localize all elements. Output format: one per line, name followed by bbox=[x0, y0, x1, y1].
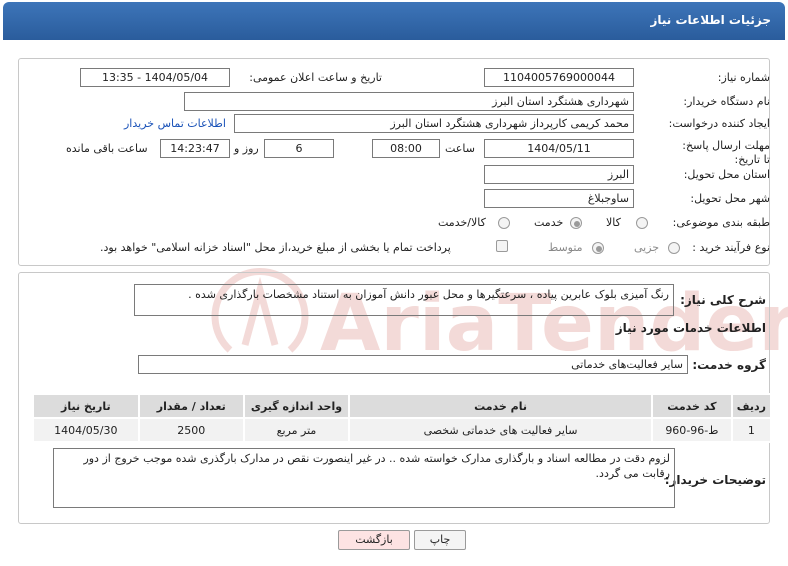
category-option-goods: کالا bbox=[606, 216, 621, 229]
treasury-payment-note: پرداخت تمام یا بخشی از مبلغ خرید،از محل … bbox=[100, 241, 451, 254]
col-header-row-number: ردیف bbox=[730, 393, 773, 419]
category-option-goods-service: کالا/خدمت bbox=[438, 216, 486, 229]
category-radio-service[interactable] bbox=[570, 217, 582, 229]
print-button[interactable]: چاپ bbox=[414, 530, 466, 550]
process-label: نوع فرآیند خرید : bbox=[692, 241, 770, 254]
category-radio-goods[interactable] bbox=[636, 217, 648, 229]
services-heading: اطلاعات خدمات مورد نیاز bbox=[615, 321, 766, 335]
col-header-need-date: تاریخ نیاز bbox=[32, 393, 140, 419]
category-label: طبقه بندی موضوعی: bbox=[672, 216, 770, 229]
buyer-org-label: نام دستگاه خریدار: bbox=[683, 95, 770, 108]
deadline-time-field: 08:00 bbox=[372, 139, 440, 158]
treasury-payment-checkbox[interactable] bbox=[496, 240, 508, 252]
buyer-contact-link[interactable]: اطلاعات تماس خریدار bbox=[124, 117, 226, 130]
cell-service-code: ط-96-960 bbox=[650, 417, 733, 443]
cell-quantity: 2500 bbox=[137, 417, 245, 443]
page-title: جزئیات اطلاعات نیاز bbox=[650, 13, 771, 27]
cell-unit: متر مربع bbox=[242, 417, 351, 443]
days-remaining-field: 6 bbox=[264, 139, 334, 158]
cell-need-date: 1404/05/30 bbox=[32, 417, 140, 443]
buyer-notes-field: لزوم دقت در مطالعه اسناد و بارگذاری مدار… bbox=[53, 448, 675, 508]
service-group-field: سایر فعالیت‌های خدماتی bbox=[138, 355, 688, 374]
need-number-label: شماره نیاز: bbox=[717, 71, 770, 84]
back-button[interactable]: بازگشت bbox=[338, 530, 410, 550]
services-table: ردیف کد خدمت نام خدمت واحد اندازه گیری ت… bbox=[32, 393, 773, 443]
process-radio-medium[interactable] bbox=[592, 242, 604, 254]
col-header-service-name: نام خدمت bbox=[348, 393, 653, 419]
col-header-service-code: کد خدمت bbox=[650, 393, 733, 419]
category-option-service: خدمت bbox=[534, 216, 564, 229]
summary-field: رنگ آمیزی بلوک عابرین پیاده ، سرعتگیرها … bbox=[134, 284, 674, 316]
buyer-org-field: شهرداری هشتگرد استان البرز bbox=[184, 92, 634, 111]
category-radio-goods-service[interactable] bbox=[498, 217, 510, 229]
col-header-quantity: تعداد / مقدار bbox=[137, 393, 245, 419]
cell-service-name: سایر فعالیت های خدماتی شخصی bbox=[348, 417, 653, 443]
need-number-field: 1104005769000044 bbox=[484, 68, 634, 87]
process-option-medium: متوسط bbox=[548, 241, 583, 254]
province-field: البرز bbox=[484, 165, 634, 184]
table-header-row: ردیف کد خدمت نام خدمت واحد اندازه گیری ت… bbox=[32, 393, 773, 419]
announce-field: 1404/05/04 - 13:35 bbox=[80, 68, 230, 87]
service-group-label: گروه خدمت: bbox=[692, 358, 766, 372]
buyer-notes-label: توضیحات خریدار: bbox=[664, 473, 766, 487]
process-option-minor: جزیی bbox=[634, 241, 660, 254]
col-header-unit: واحد اندازه گیری bbox=[242, 393, 351, 419]
cell-row-number: 1 bbox=[730, 417, 773, 443]
creator-field: محمد کریمی کارپرداز شهرداری هشتگرد استان… bbox=[234, 114, 634, 133]
remaining-time-label: ساعت باقی مانده bbox=[66, 142, 148, 155]
city-field: ساوجبلاغ bbox=[484, 189, 634, 208]
days-label: روز و bbox=[234, 142, 259, 155]
province-label: استان محل تحویل: bbox=[683, 168, 770, 181]
deadline-date-field: 1404/05/11 bbox=[484, 139, 634, 158]
summary-label: شرح کلی نیاز: bbox=[680, 293, 766, 307]
need-info-panel bbox=[18, 58, 770, 266]
remaining-time-field: 14:23:47 bbox=[160, 139, 230, 158]
process-radio-minor[interactable] bbox=[668, 242, 680, 254]
table-row: 1 ط-96-960 سایر فعالیت های خدماتی شخصی م… bbox=[32, 417, 773, 443]
deadline-time-label: ساعت bbox=[445, 142, 475, 155]
announce-label: تاریخ و ساعت اعلان عمومی: bbox=[249, 71, 382, 84]
deadline-label: مهلت ارسال پاسخ: تا تاریخ: bbox=[682, 139, 770, 166]
city-label: شهر محل تحویل: bbox=[690, 192, 770, 205]
creator-label: ایجاد کننده درخواست: bbox=[668, 117, 770, 130]
page-header: جزئیات اطلاعات نیاز bbox=[3, 2, 785, 40]
